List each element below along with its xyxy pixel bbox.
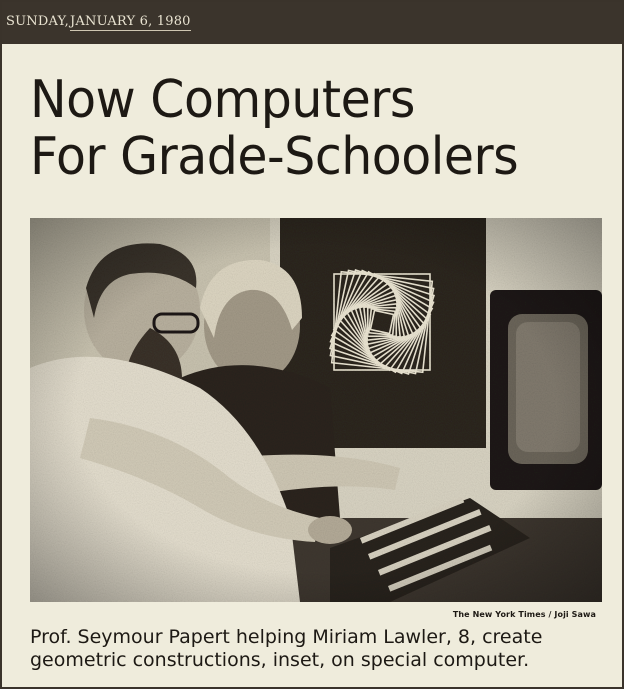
headline-line-1: Now Computers	[30, 69, 415, 130]
caption-line-2: geometric constructions, inset, on speci…	[30, 649, 530, 671]
photo-illustration	[30, 218, 602, 602]
article-photo	[30, 218, 602, 602]
article-headline: Now Computers For Grade-Schoolers	[30, 69, 606, 187]
dateline-day: SUNDAY,	[6, 14, 69, 29]
dateline-date: JANUARY 6, 1980	[70, 14, 191, 31]
headline-line-2: For Grade-Schoolers	[30, 126, 519, 187]
dateline-bar: SUNDAY, JANUARY 6, 1980	[2, 2, 622, 44]
photo-caption: Prof. Seymour Papert helping Miriam Lawl…	[30, 626, 610, 672]
photo-credit: The New York Times / Joji Sawa	[452, 610, 596, 619]
caption-line-1: Prof. Seymour Papert helping Miriam Lawl…	[30, 626, 543, 648]
